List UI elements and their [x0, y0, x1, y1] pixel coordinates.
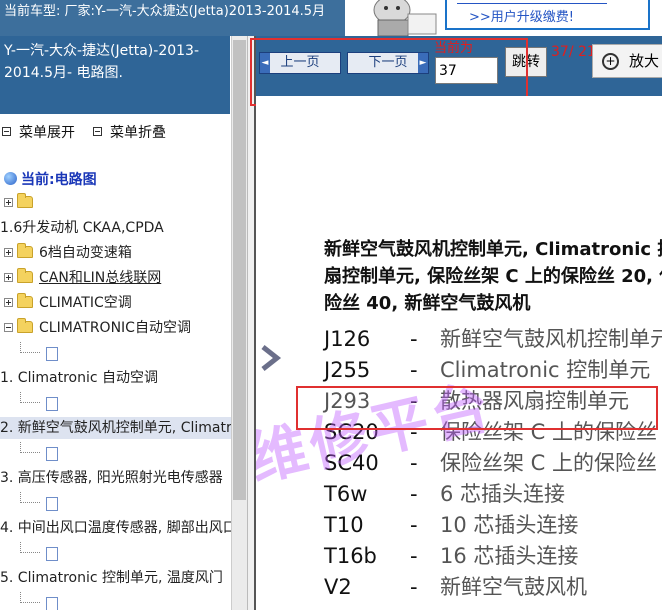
component-row: J126 - 新鲜空气鼓风机控制单元: [324, 323, 662, 353]
tree-document[interactable]: [0, 592, 231, 610]
document-icon: [46, 447, 58, 461]
tree-connector: [20, 342, 40, 353]
tree-folder[interactable]: 6档自动变速箱: [0, 242, 231, 264]
folder-icon: [17, 268, 33, 283]
document-icon: [46, 497, 58, 511]
tree-document[interactable]: [0, 542, 231, 564]
sidebar-scrollbar[interactable]: [231, 36, 247, 610]
scrollbar-thumb[interactable]: [233, 40, 246, 500]
tree-item[interactable]: 1.6升发动机 CKAA,CPDA: [0, 217, 231, 239]
tree-item[interactable]: 4. 中间出风口温度传感器, 脚部出风口: [0, 517, 231, 539]
folder-icon: [17, 193, 33, 208]
promo-panel: >>用户升级缴费!: [445, 0, 650, 30]
folder-icon: [17, 318, 33, 333]
zoom-in-button[interactable]: + 放大: [592, 44, 662, 78]
tree-document[interactable]: [0, 392, 231, 414]
tree-folder[interactable]: [0, 192, 231, 214]
globe-icon: [4, 172, 17, 185]
component-description: 16 芯插头连接: [440, 544, 579, 568]
component-description: 10 芯插头连接: [440, 513, 579, 537]
tree-connector: [20, 442, 40, 453]
component-code: V2: [324, 575, 352, 599]
expand-icon[interactable]: [4, 273, 13, 282]
menu-controls: 菜单展开 菜单折叠: [2, 122, 166, 142]
folder-icon: [17, 293, 33, 308]
tree-document[interactable]: [0, 492, 231, 514]
heading-line: 险丝 40, 新鲜空气鼓风机: [324, 293, 531, 314]
expand-icon[interactable]: [4, 248, 13, 257]
collapse-icon[interactable]: [4, 323, 13, 332]
menu-expand-button[interactable]: 菜单展开: [2, 125, 75, 141]
tree-connector: [20, 492, 40, 503]
component-code: T16b: [324, 544, 377, 568]
zoom-in-icon: +: [602, 53, 619, 70]
sidebar-header: Y-一汽-大众-捷达(Jetta)-2013-2014.5月- 电路图.: [0, 36, 230, 114]
promo-divider: [457, 0, 607, 4]
top-bar: 当前车型: 厂家:Y-一汽-大众捷达(Jetta)2013-2014.5月 >>…: [0, 0, 662, 36]
tree-connector: [20, 592, 40, 603]
current-location[interactable]: 当前:电路图: [0, 169, 231, 191]
expand-icon[interactable]: [4, 298, 13, 307]
menu-collapse-button[interactable]: 菜单折叠: [93, 125, 166, 141]
tree-folder[interactable]: CAN和LIN总线联网: [0, 267, 231, 289]
component-description: 新鲜空气鼓风机控制单元: [440, 327, 662, 351]
component-description: 新鲜空气鼓风机: [440, 575, 587, 599]
list-icon: [93, 127, 102, 136]
tree-item[interactable]: 3. 高压传感器, 阳光照射光电传感器: [0, 467, 231, 489]
car-info: 当前车型: 厂家:Y-一汽-大众捷达(Jetta)2013-2014.5月: [0, 0, 345, 36]
document-icon: [46, 547, 58, 561]
document-icon: [46, 347, 58, 361]
separator-dash: -: [410, 575, 418, 599]
document-icon: [46, 597, 58, 610]
component-row: T6w -6 芯插头连接: [324, 478, 565, 508]
component-row: T10 -10 芯插头连接: [324, 509, 578, 539]
component-description: 6 芯插头连接: [440, 482, 566, 506]
list-icon: [2, 127, 11, 136]
component-description: 保险丝架 C 上的保险丝 40: [440, 451, 662, 475]
pane-divider[interactable]: [247, 36, 256, 610]
tree-item[interactable]: 2. 新鲜空气鼓风机控制单元, Climatronic: [0, 417, 231, 439]
document-icon: [46, 397, 58, 411]
separator-dash: -: [410, 513, 418, 537]
folder-icon: [17, 243, 33, 258]
separator-dash: -: [410, 482, 418, 506]
chevron-right-icon[interactable]: [260, 344, 282, 372]
tree-document[interactable]: [0, 442, 231, 464]
tree-folder[interactable]: CLIMATIC空调: [0, 292, 231, 314]
component-row: T16b -16 芯插头连接: [324, 540, 578, 570]
component-row: J255- Climatronic 控制单元: [324, 354, 650, 384]
separator-dash: -: [410, 327, 418, 351]
tree-connector: [20, 542, 40, 553]
heading-line: 扇控制单元, 保险丝架 C 上的保险丝 20, 保险丝架 C 上的保: [324, 266, 662, 287]
component-row: V2 - 新鲜空气鼓风机: [324, 571, 587, 601]
sidebar: Y-一汽-大众-捷达(Jetta)-2013-2014.5月- 电路图. 菜单展…: [0, 36, 247, 610]
tree-item[interactable]: 1. Climatronic 自动空调: [0, 367, 231, 389]
diagram-heading: 新鲜空气鼓风机控制单元, Climatronic 控制单元, 散热器风扇控制单元…: [324, 236, 662, 317]
tree-connector: [20, 392, 40, 403]
component-code: T6w: [324, 482, 368, 506]
separator-dash: -: [410, 544, 418, 568]
tree-folder[interactable]: CLIMATRONIC自动空调: [0, 317, 231, 339]
mascot-image: [373, 0, 437, 36]
expand-icon[interactable]: [4, 198, 13, 207]
tree-document[interactable]: [0, 342, 231, 364]
diagram-page: 新鲜空气鼓风机控制单元, Climatronic 控制单元, 散热器风扇控制单元…: [256, 96, 662, 610]
upgrade-link[interactable]: >>用户升级缴费!: [469, 6, 574, 25]
tree-item[interactable]: 5. Climatronic 控制单元, 温度风门: [0, 567, 231, 589]
row-highlight-box: [296, 386, 658, 430]
heading-line: 新鲜空气鼓风机控制单元, Climatronic 控制单元, 散热器风: [324, 239, 662, 260]
component-code: T10: [324, 513, 364, 537]
component-code: J126: [324, 327, 371, 351]
